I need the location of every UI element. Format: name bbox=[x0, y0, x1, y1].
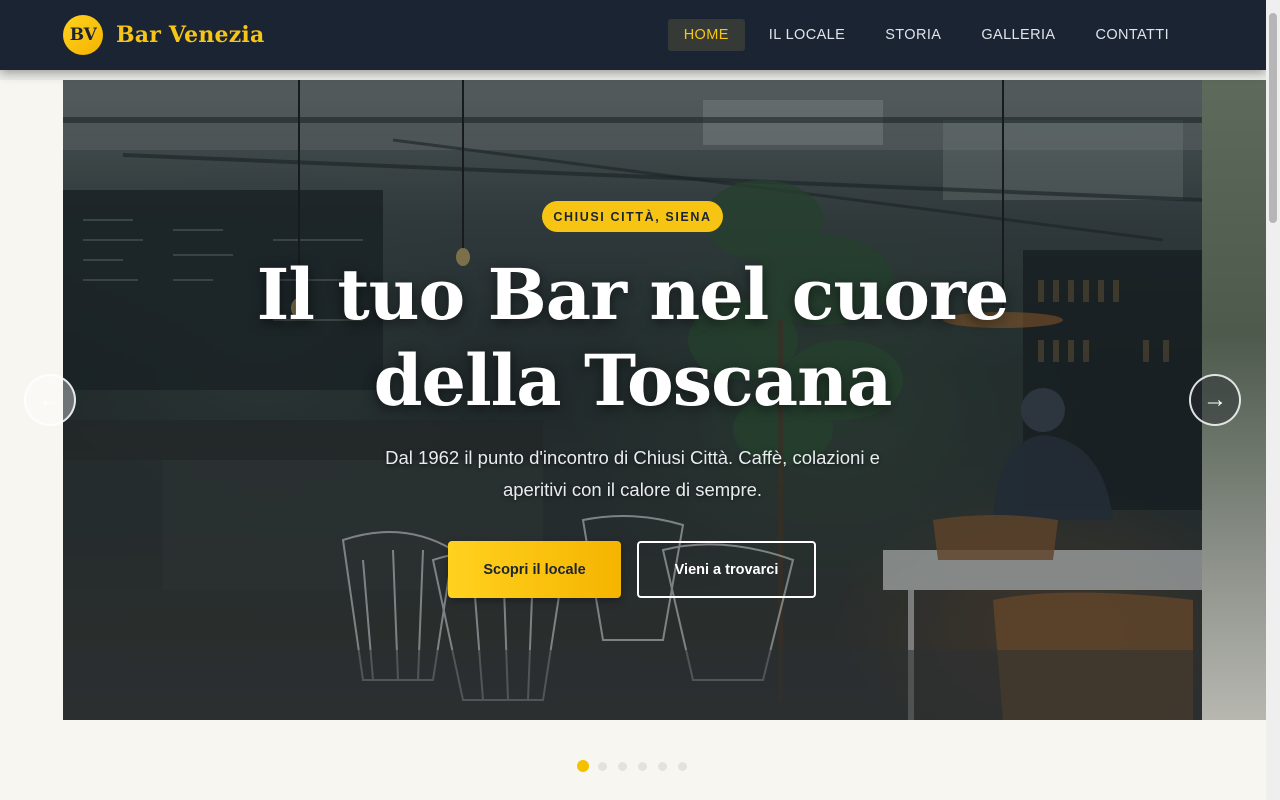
brand-name[interactable]: Bar Venezia bbox=[116, 22, 264, 48]
nav-il-locale[interactable]: IL LOCALE bbox=[753, 19, 861, 51]
arrow-left-icon: ← bbox=[38, 386, 62, 413]
carousel-dot-1[interactable] bbox=[577, 760, 589, 772]
carousel-next-button[interactable]: → bbox=[1189, 374, 1241, 426]
location-badge: CHIUSI CITTÀ, SIENA bbox=[542, 201, 723, 232]
nav-contatti[interactable]: CONTATTI bbox=[1079, 19, 1185, 51]
discover-button[interactable]: Scopri il locale bbox=[448, 541, 621, 598]
carousel-dot-4[interactable] bbox=[638, 761, 647, 771]
hero-top-strip bbox=[0, 70, 1266, 80]
scrollbar-thumb[interactable] bbox=[1269, 13, 1277, 223]
hero-title: Il tuo Bar nel cuore della Toscana bbox=[256, 253, 1010, 422]
carousel-dots bbox=[577, 760, 698, 772]
arrow-right-icon: → bbox=[1203, 386, 1227, 413]
carousel-dot-6[interactable] bbox=[678, 761, 687, 771]
logo-badge[interactable]: BV bbox=[63, 15, 103, 55]
hero-subtitle: Dal 1962 il punto d'incontro di Chiusi C… bbox=[385, 447, 880, 500]
nav-galleria[interactable]: GALLERIA bbox=[965, 19, 1071, 51]
carousel-dot-2[interactable] bbox=[598, 761, 607, 771]
page-scrollbar[interactable] bbox=[1266, 0, 1280, 800]
carousel-prev-button[interactable]: ← bbox=[24, 374, 76, 426]
visit-us-button[interactable]: Vieni a trovarci bbox=[637, 541, 816, 598]
nav-storia[interactable]: STORIA bbox=[869, 19, 957, 51]
hero-content: CHIUSI CITTÀ, SIENA Il tuo Bar nel cuore… bbox=[63, 80, 1202, 720]
site-header: BV Bar Venezia HOME IL LOCALE STORIA GAL… bbox=[0, 0, 1266, 70]
brand[interactable]: BV Bar Venezia bbox=[63, 15, 264, 55]
main-nav: HOME IL LOCALE STORIA GALLERIA CONTATTI bbox=[660, 19, 1185, 51]
nav-home[interactable]: HOME bbox=[667, 19, 745, 51]
carousel-dot-3[interactable] bbox=[618, 761, 627, 771]
carousel-dot-5[interactable] bbox=[658, 761, 667, 771]
